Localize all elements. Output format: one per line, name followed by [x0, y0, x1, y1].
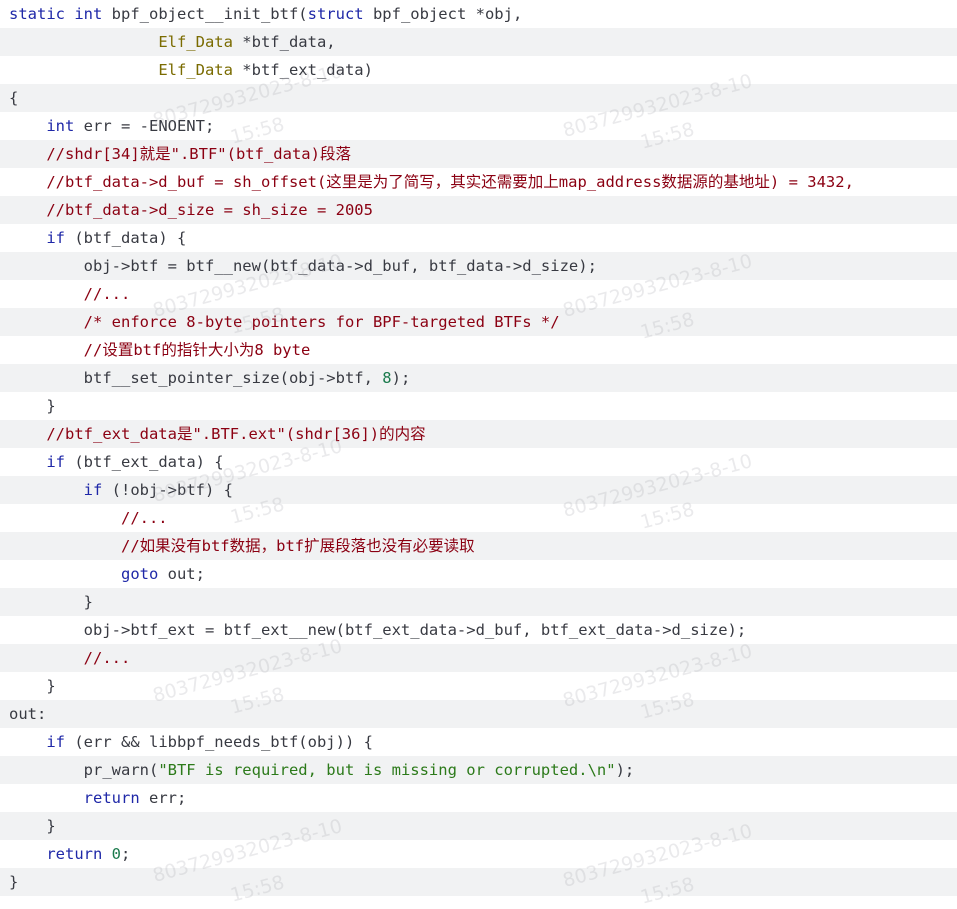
code-token: obj->btf_ext = btf_ext__new(btf_ext_data…	[9, 621, 747, 639]
code-token: (!obj->btf) {	[102, 481, 233, 499]
code-line: //设置btf的指针大小为8 byte	[0, 336, 957, 364]
code-token: //...	[9, 285, 131, 303]
code-token: Elf_Data	[158, 61, 233, 79]
code-line: int err = -ENOENT;	[0, 112, 957, 140]
code-line: }	[0, 812, 957, 840]
code-token: (err && libbpf_needs_btf(obj)) {	[65, 733, 373, 751]
code-line: //如果没有btf数据，btf扩展段落也没有必要读取	[0, 532, 957, 560]
code-line: Elf_Data *btf_ext_data)	[0, 56, 957, 84]
code-line: //...	[0, 644, 957, 672]
code-token: goto	[120, 565, 159, 583]
code-token: return	[83, 789, 140, 807]
code-token: if	[46, 733, 65, 751]
code-line: //...	[0, 280, 957, 308]
code-token: static	[9, 5, 75, 23]
code-line: Elf_Data *btf_data,	[0, 28, 957, 56]
code-line: }	[0, 868, 957, 896]
code-token: obj->btf = btf__new(btf_data->d_buf, btf…	[9, 257, 597, 275]
code-token: Elf_Data	[158, 33, 233, 51]
code-token: //...	[9, 509, 168, 527]
code-token: *btf_data,	[232, 33, 336, 51]
code-line: }	[0, 392, 957, 420]
code-line: goto out;	[0, 560, 957, 588]
code-line: /* enforce 8-byte pointers for BPF-targe…	[0, 308, 957, 336]
code-token: if	[46, 453, 65, 471]
code-token: err = -ENOENT;	[74, 117, 215, 135]
code-line: if (err && libbpf_needs_btf(obj)) {	[0, 728, 957, 756]
code-line: }	[0, 672, 957, 700]
code-token: bpf_object__init_btf(	[102, 5, 308, 23]
code-token: "BTF is required, but is missing or corr…	[158, 761, 616, 779]
code-token: //btf_ext_data是".BTF.ext"(shdr[36])的内容	[9, 425, 426, 443]
code-line: //...	[0, 504, 957, 532]
code-token: //设置btf的指针大小为8 byte	[9, 341, 311, 359]
code-token: //btf_data->d_buf = sh_offset(这里是为了简写，其实…	[9, 173, 854, 191]
code-token: //shdr[34]就是".BTF"(btf_data)段落	[9, 145, 351, 163]
code-token: err;	[139, 789, 187, 807]
code-line: //btf_data->d_size = sh_size = 2005	[0, 196, 957, 224]
code-token: }	[9, 593, 93, 611]
code-line: obj->btf = btf__new(btf_data->d_buf, btf…	[0, 252, 957, 280]
code-line: //btf_ext_data是".BTF.ext"(shdr[36])的内容	[0, 420, 957, 448]
code-line: out:	[0, 700, 957, 728]
code-line: return 0;	[0, 840, 957, 868]
code-token: {	[9, 89, 19, 107]
code-line: if (btf_ext_data) {	[0, 448, 957, 476]
code-token: (btf_data) {	[65, 229, 187, 247]
code-line: //btf_data->d_buf = sh_offset(这里是为了简写，其实…	[0, 168, 957, 196]
code-line: {	[0, 84, 957, 112]
code-token: 0	[111, 845, 122, 863]
code-block: static int bpf_object__init_btf(struct b…	[0, 0, 957, 909]
code-line: obj->btf_ext = btf_ext__new(btf_ext_data…	[0, 616, 957, 644]
code-token: ;	[121, 845, 131, 863]
code-token: }	[9, 677, 56, 695]
code-token: if	[83, 481, 103, 499]
code-line: if (!obj->btf) {	[0, 476, 957, 504]
code-line: btf__set_pointer_size(obj->btf, 8);	[0, 364, 957, 392]
code-token: //...	[9, 649, 131, 667]
code-token: );	[391, 369, 411, 387]
code-token: int	[46, 117, 75, 135]
code-token: struct	[307, 5, 364, 23]
code-token: //btf_data->d_size = sh_size = 2005	[9, 201, 373, 219]
code-line: return err;	[0, 784, 957, 812]
code-line: pr_warn("BTF is required, but is missing…	[0, 756, 957, 784]
code-line: static int bpf_object__init_btf(struct b…	[0, 0, 957, 28]
code-token: btf__set_pointer_size(obj->btf,	[9, 369, 383, 387]
code-token: *btf_ext_data)	[232, 61, 373, 79]
code-token: pr_warn(	[9, 761, 159, 779]
code-token: );	[615, 761, 635, 779]
code-token: }	[9, 873, 19, 891]
code-token: int	[74, 5, 103, 23]
code-token: bpf_object *obj,	[363, 5, 523, 23]
code-token: out;	[158, 565, 205, 583]
code-line: if (btf_data) {	[0, 224, 957, 252]
code-token: return	[46, 845, 103, 863]
code-token: /* enforce 8-byte pointers for BPF-targe…	[9, 313, 560, 331]
code-token: if	[46, 229, 65, 247]
code-token: 8	[382, 369, 392, 387]
code-token: //如果没有btf数据，btf扩展段落也没有必要读取	[9, 537, 475, 555]
code-line: }	[0, 588, 957, 616]
code-line: //shdr[34]就是".BTF"(btf_data)段落	[0, 140, 957, 168]
code-token: }	[9, 397, 56, 415]
code-token: }	[9, 817, 56, 835]
code-token: (btf_ext_data) {	[65, 453, 224, 471]
code-token: out:	[9, 705, 47, 723]
